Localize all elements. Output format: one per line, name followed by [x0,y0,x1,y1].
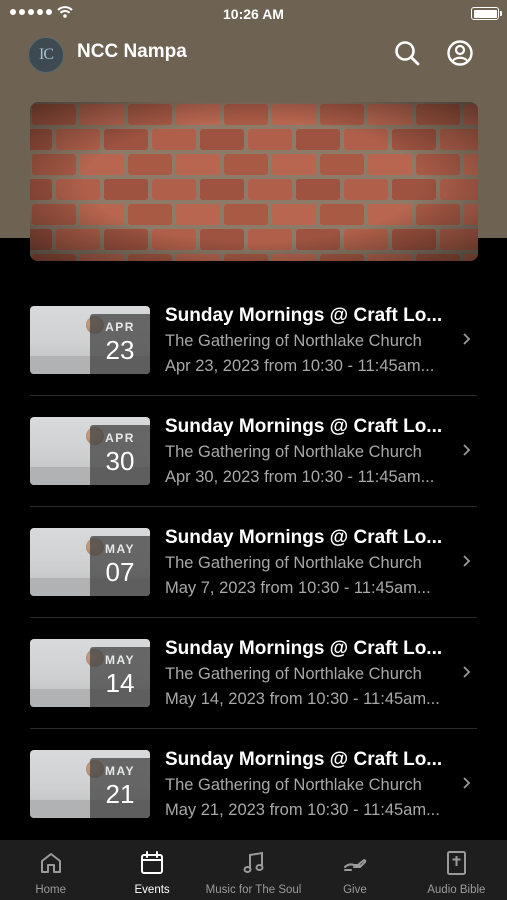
profile-icon[interactable] [445,38,475,68]
event-list-item[interactable]: MAY 14 Sunday Mornings @ Craft Lo... The… [0,618,507,729]
bible-icon [447,851,467,875]
date-badge: APR 23 [90,314,150,374]
event-location: The Gathering of Northlake Church [165,443,422,461]
event-datetime: Apr 30, 2023 from 10:30 - 11:45am... [165,468,435,486]
date-badge: APR 30 [90,425,150,485]
event-title: Sunday Mornings @ Craft Lo... [165,305,443,326]
tab-label: Home [35,884,67,896]
event-datetime: Apr 23, 2023 from 10:30 - 11:45am... [165,357,435,375]
event-thumbnail: APR 23 [30,306,150,374]
search-icon[interactable] [392,38,422,68]
event-thumbnail: APR 30 [30,417,150,485]
event-list-item[interactable]: MAY 21 Sunday Mornings @ Craft Lo... The… [0,729,507,840]
event-location: The Gathering of Northlake Church [165,332,422,350]
chevron-right-icon [463,777,471,789]
status-bar: 10:26 AM [0,0,507,28]
battery-icon [471,7,502,20]
tab-label: Give [343,884,367,896]
tab-audio-bible[interactable]: Audio Bible [406,840,507,900]
date-badge-month: MAY [104,542,136,556]
app-title: NCC Nampa [77,41,187,62]
bottom-tab-bar: Home Events Music for The Soul Give Audi… [0,840,507,900]
date-badge-day: 23 [105,335,135,365]
calendar-icon [141,851,164,874]
date-badge-day: 07 [105,557,135,587]
event-thumbnail: MAY 14 [30,639,150,707]
date-badge: MAY 07 [90,536,150,596]
tab-music-for-the-soul[interactable]: Music for The Soul [203,840,304,900]
event-datetime: May 21, 2023 from 10:30 - 11:45am... [165,801,440,819]
church-logo: IC [28,37,64,73]
date-badge-month: APR [105,431,135,445]
app-header: IC NCC Nampa [0,28,507,78]
date-badge-day: 14 [105,668,135,698]
give-hand-icon [343,859,367,871]
event-thumbnail: MAY 07 [30,528,150,596]
event-title: Sunday Mornings @ Craft Lo... [165,527,443,548]
featured-banner-image[interactable] [30,102,478,261]
tab-label: Events [134,884,170,896]
date-badge-day: 21 [105,779,135,809]
event-datetime: May 7, 2023 from 10:30 - 11:45am... [165,579,431,597]
event-title: Sunday Mornings @ Craft Lo... [165,749,443,770]
chevron-right-icon [463,444,471,456]
music-note-icon [243,851,264,873]
home-icon [40,853,61,873]
date-badge-day: 30 [105,446,135,476]
event-thumbnail: MAY 21 [30,750,150,818]
chevron-right-icon [463,555,471,567]
tab-events[interactable]: Events [101,840,202,900]
event-location: The Gathering of Northlake Church [165,665,422,683]
date-badge: MAY 21 [90,758,150,818]
date-badge-month: MAY [104,764,136,778]
date-badge: MAY 14 [90,647,150,707]
event-datetime: May 14, 2023 from 10:30 - 11:45am... [165,690,440,708]
tab-home[interactable]: Home [0,840,101,900]
tab-give[interactable]: Give [304,840,405,900]
event-list-item[interactable]: APR 23 Sunday Mornings @ Craft Lo... The… [0,285,507,396]
date-badge-month: APR [105,320,135,334]
chevron-right-icon [463,333,471,345]
event-location: The Gathering of Northlake Church [165,776,422,794]
event-title: Sunday Mornings @ Craft Lo... [165,638,443,659]
event-list-item[interactable]: MAY 07 Sunday Mornings @ Craft Lo... The… [0,507,507,618]
status-time: 10:26 AM [223,6,284,22]
event-list-item[interactable]: APR 30 Sunday Mornings @ Craft Lo... The… [0,396,507,507]
event-location: The Gathering of Northlake Church [165,554,422,572]
date-badge-month: MAY [104,653,136,667]
tab-label: Audio Bible [427,884,486,896]
event-title: Sunday Mornings @ Craft Lo... [165,416,443,437]
tab-label: Music for The Soul [205,884,302,896]
events-list: APR 23 Sunday Mornings @ Craft Lo... The… [0,285,507,840]
brick-wall-image [30,102,478,261]
chevron-right-icon [463,666,471,678]
